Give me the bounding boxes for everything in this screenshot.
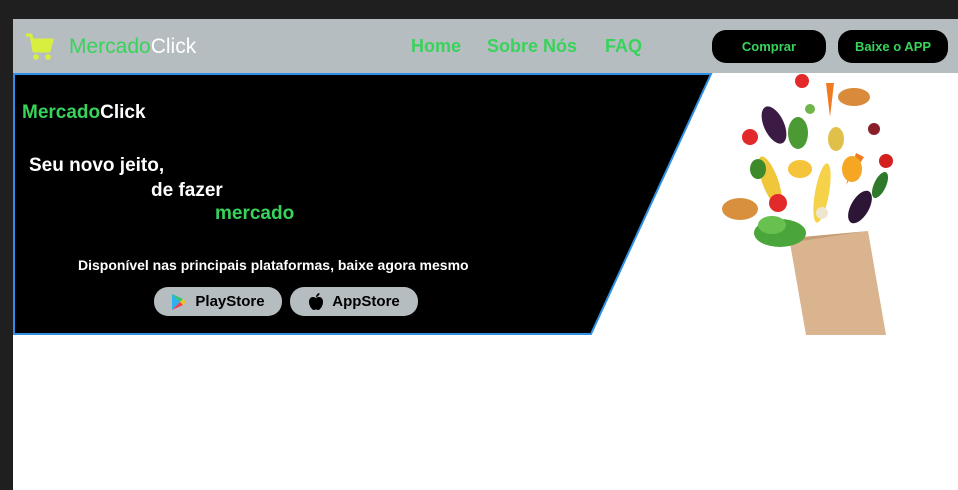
brand-part-green: Mercado (69, 35, 151, 58)
brand-part-white: Click (150, 35, 197, 58)
navbar: MercadoClick Home Sobre Nós FAQ Comprar … (13, 19, 958, 73)
grocery-bag-image (722, 74, 893, 335)
window-frame-left (0, 0, 13, 490)
baixe-app-button[interactable]: Baixe o APP (838, 30, 948, 63)
window-frame-top (0, 0, 958, 19)
hero-brand-green: Mercado (22, 102, 101, 123)
google-play-icon (172, 293, 187, 310)
appstore-label: AppStore (332, 293, 400, 310)
hero-brand-white: Click (100, 102, 146, 123)
navbar-brand[interactable]: MercadoClick (69, 35, 196, 59)
nav-link-home[interactable]: Home (411, 36, 461, 57)
availability-text: Disponível nas principais plataformas, b… (78, 257, 469, 273)
playstore-label: PlayStore (195, 293, 265, 310)
nav-link-faq[interactable]: FAQ (605, 36, 642, 57)
tagline-line-2: de fazer (151, 180, 223, 201)
playstore-button[interactable]: PlayStore (154, 287, 282, 316)
comprar-button[interactable]: Comprar (712, 30, 826, 63)
hero-brand: MercadoClick (22, 102, 146, 124)
shopping-cart-icon (26, 33, 54, 60)
nav-link-sobre-nos[interactable]: Sobre Nós (487, 36, 577, 57)
apple-icon (309, 293, 324, 310)
tagline-line-1: Seu novo jeito, (29, 155, 165, 176)
tagline-line-3: mercado (215, 203, 295, 224)
appstore-button[interactable]: AppStore (290, 287, 418, 316)
